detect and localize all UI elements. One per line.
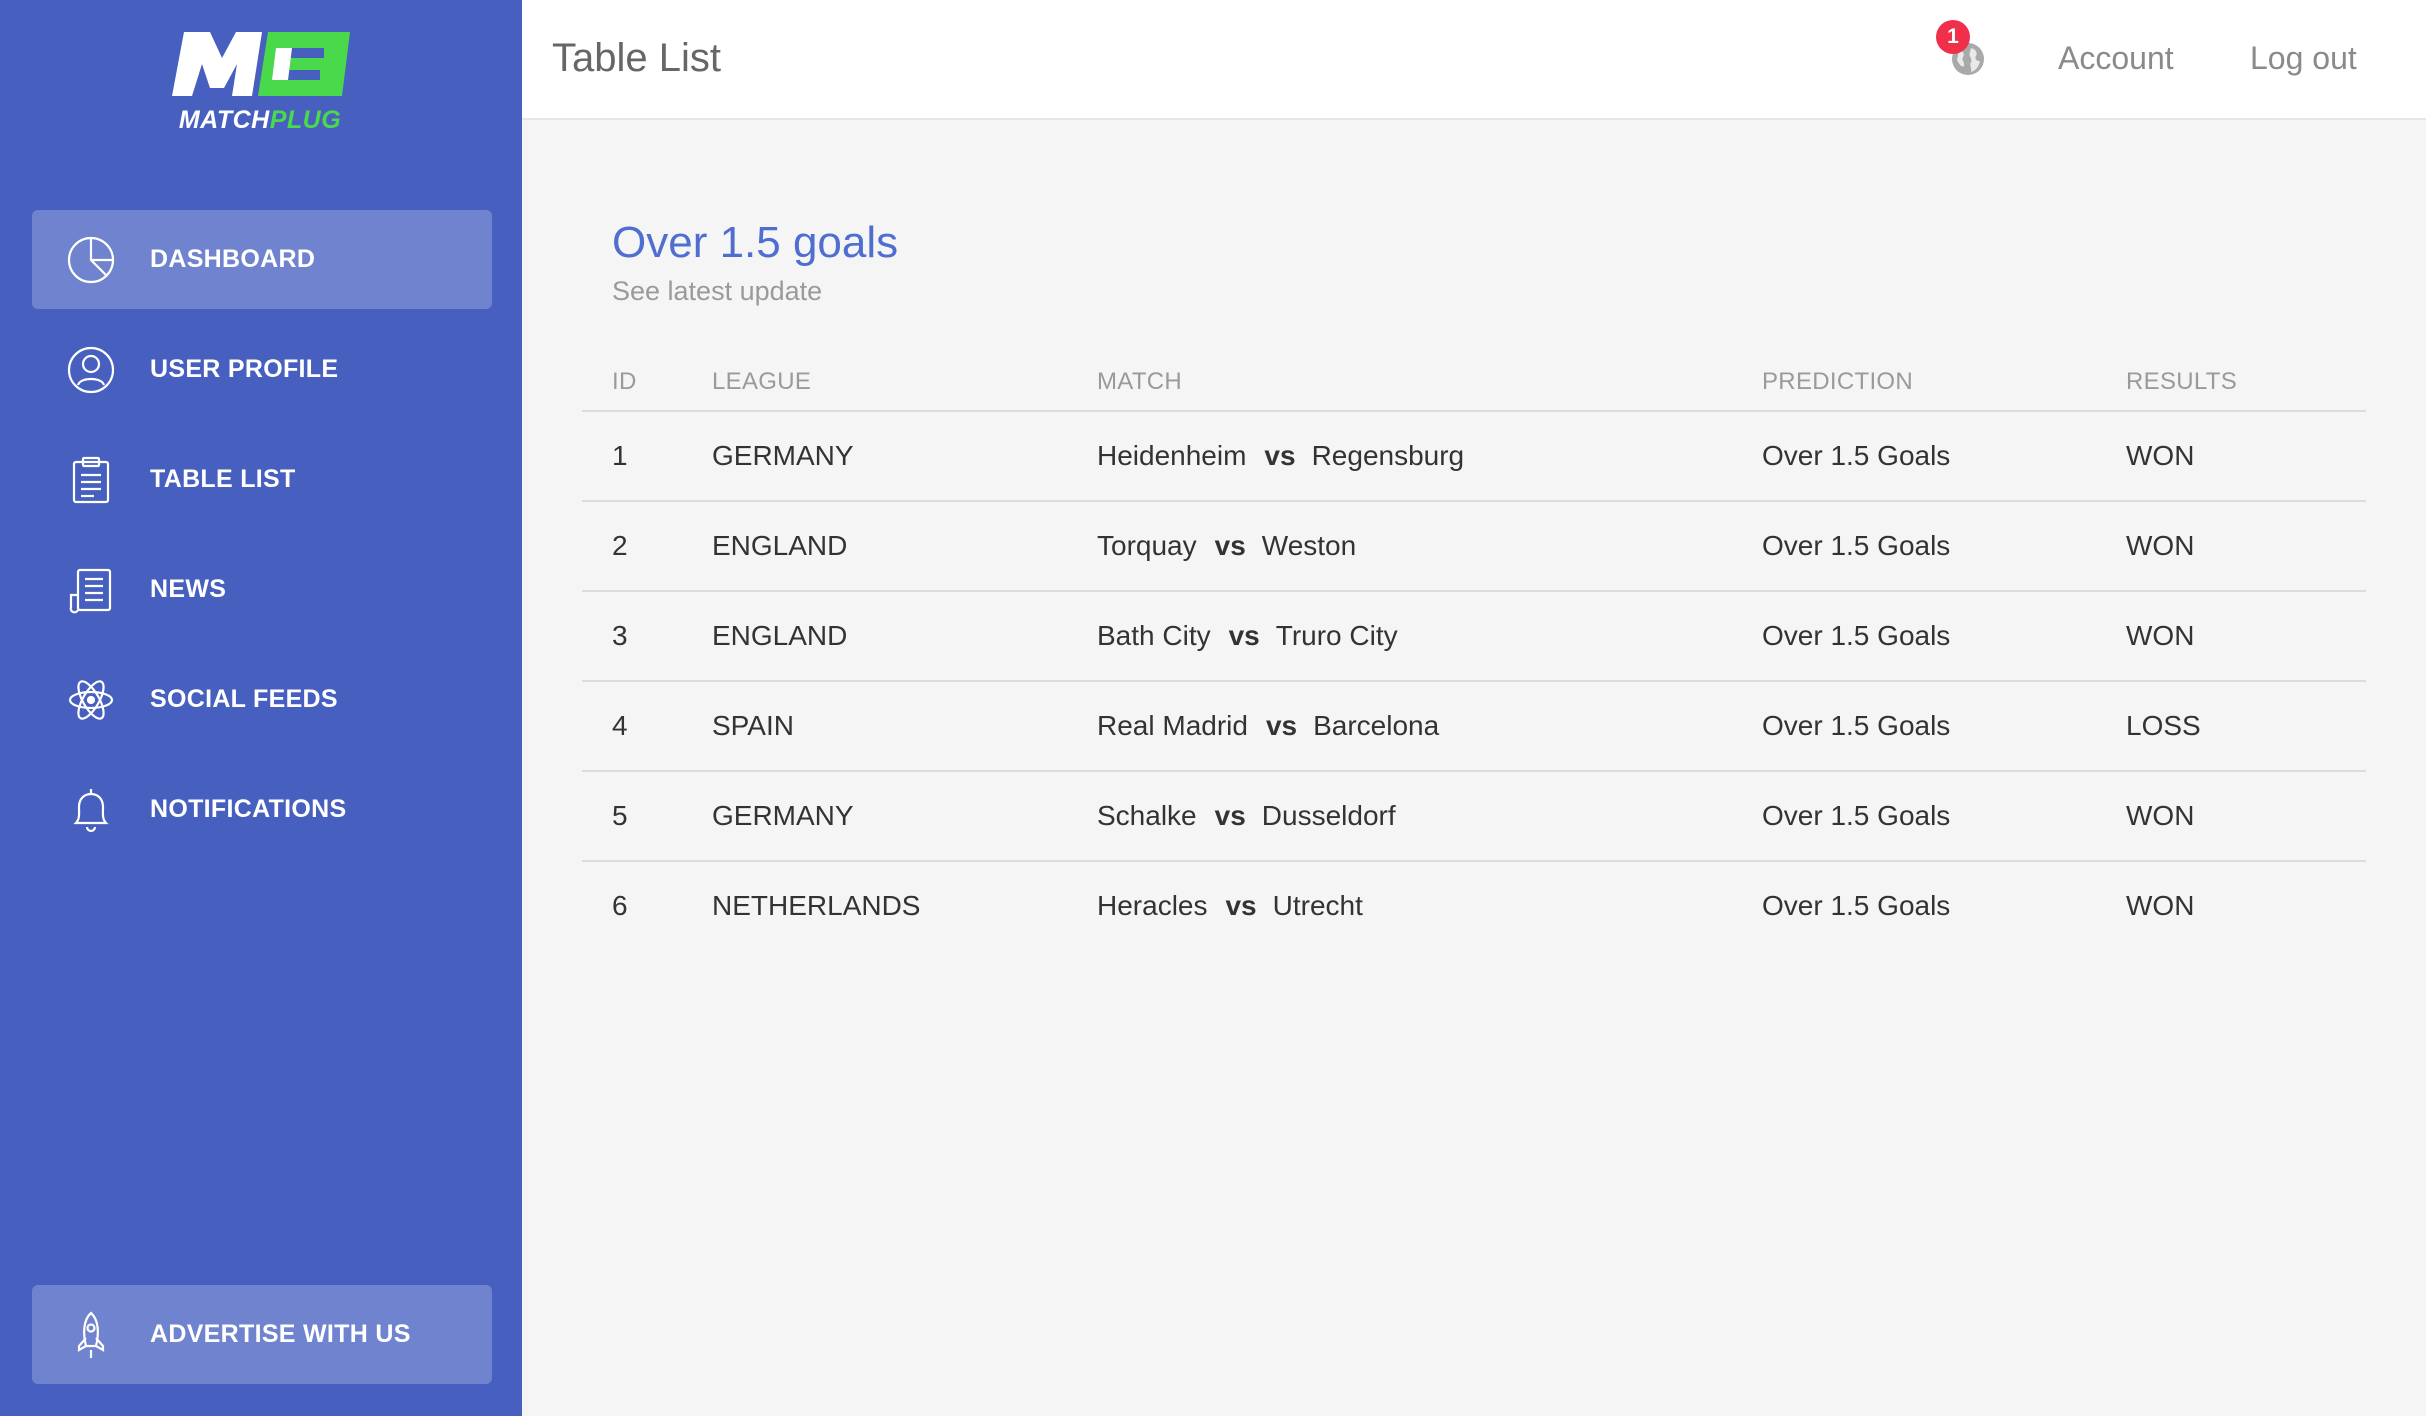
cell-result: WON — [2126, 440, 2195, 471]
cell-id: 4 — [612, 710, 628, 741]
page-title: Table List — [552, 36, 721, 80]
cell-prediction: Over 1.5 Goals — [1762, 530, 1951, 561]
cell-prediction: Over 1.5 Goals — [1762, 620, 1951, 651]
newspaper-icon — [66, 565, 116, 615]
sidebar-item-notifications[interactable]: NOTIFICATIONS — [32, 760, 492, 859]
cell-match: Bath City vs Truro City — [1097, 620, 1398, 652]
home-team: Bath City — [1097, 620, 1211, 651]
cell-match: Heracles vs Utrecht — [1097, 890, 1363, 922]
logo-word-plug: PLUG — [269, 106, 342, 134]
card-title: Over 1.5 goals — [612, 218, 899, 267]
cell-match: Torquay vs Weston — [1097, 530, 1356, 562]
cell-league: GERMANY — [712, 800, 854, 831]
table-row: 2 ENGLAND Torquay vs Weston Over 1.5 Goals… — [582, 502, 2366, 592]
sidebar-item-social-feeds[interactable]: SOCIAL FEEDS — [32, 650, 492, 749]
vs-label: vs — [1225, 890, 1257, 921]
sidebar-item-table-list[interactable]: TABLE LIST — [32, 430, 492, 529]
cell-result: WON — [2126, 890, 2195, 921]
table-header: ID LEAGUE MATCH PREDICTION RESULTS — [582, 366, 2366, 412]
cell-result: WON — [2126, 530, 2195, 561]
cell-league: GERMANY — [712, 440, 854, 471]
sidebar-item-label: TABLE LIST — [150, 465, 296, 493]
cell-league: NETHERLANDS — [712, 890, 921, 921]
sidebar-item-label: DASHBOARD — [150, 245, 316, 273]
cell-prediction: Over 1.5 Goals — [1762, 890, 1951, 921]
logout-link[interactable]: Log out — [2250, 40, 2357, 77]
cell-result: WON — [2126, 620, 2195, 651]
table-row: 3 ENGLAND Bath City vs Truro City Over 1.5… — [582, 592, 2366, 682]
sidebar: MATCHPLUG DASHBOARD USER PROFILE TABLE L… — [0, 0, 522, 1416]
vs-label: vs — [1265, 710, 1298, 741]
home-team: Heracles — [1097, 890, 1208, 921]
column-header-id: ID — [612, 368, 637, 395]
clipboard-icon — [66, 455, 116, 505]
home-team: Torquay — [1097, 530, 1197, 561]
sidebar-item-dashboard[interactable]: DASHBOARD — [32, 210, 492, 309]
sidebar-item-news[interactable]: NEWS — [32, 540, 492, 639]
home-team: Schalke — [1097, 800, 1197, 831]
vs-label: vs — [1214, 800, 1246, 831]
rocket-icon — [66, 1310, 116, 1360]
vs-label: vs — [1264, 440, 1296, 471]
cell-id: 6 — [612, 890, 628, 921]
column-header-league: LEAGUE — [712, 368, 812, 395]
table-row: 4 SPAIN Real Madrid vs Barcelona Over 1.5 … — [582, 682, 2366, 772]
away-team: Weston — [1261, 530, 1357, 561]
bell-icon — [66, 785, 116, 835]
cell-league: ENGLAND — [712, 530, 848, 561]
cell-id: 3 — [612, 620, 628, 651]
away-team: Dusseldorf — [1261, 800, 1396, 831]
pie-chart-icon — [66, 235, 116, 285]
logo-mark-icon — [172, 32, 350, 96]
atom-icon — [66, 675, 116, 725]
cell-prediction: Over 1.5 Goals — [1762, 710, 1951, 741]
user-icon — [66, 345, 116, 395]
cell-id: 1 — [612, 440, 628, 471]
logo-word-match: MATCH — [178, 106, 270, 134]
column-header-prediction: PREDICTION — [1762, 368, 1914, 395]
advertise-with-us-button[interactable]: ADVERTISE WITH US — [32, 1285, 492, 1384]
sidebar-item-user-profile[interactable]: USER PROFILE — [32, 320, 492, 419]
account-link[interactable]: Account — [2058, 40, 2174, 77]
away-team: Barcelona — [1313, 710, 1440, 741]
table-row: 6 NETHERLANDS Heracles vs Utrecht Over 1.5… — [582, 862, 2366, 952]
home-team: Real Madrid — [1097, 710, 1248, 741]
cell-result: LOSS — [2126, 710, 2201, 741]
top-navbar: Table List 1 Account Log out — [522, 0, 2426, 120]
vs-label: vs — [1228, 620, 1260, 651]
column-header-match: MATCH — [1097, 368, 1183, 395]
cell-id: 5 — [612, 800, 628, 831]
sidebar-item-label: USER PROFILE — [150, 355, 339, 383]
table-row: 1 GERMANY Heidenheim vs Regensburg Over 1.… — [582, 412, 2366, 502]
cell-result: WON — [2126, 800, 2195, 831]
home-team: Heidenheim — [1097, 440, 1247, 471]
cell-id: 2 — [612, 530, 628, 561]
column-header-results: RESULTS — [2126, 368, 2238, 395]
sidebar-item-label: NEWS — [150, 575, 227, 603]
card-subtitle: See latest update — [612, 276, 823, 306]
notification-badge[interactable]: 1 — [1936, 20, 1970, 54]
cell-league: SPAIN — [712, 710, 794, 741]
logo-wordmark: MATCHPLUG — [170, 106, 350, 135]
cell-match: Heidenheim vs Regensburg — [1097, 440, 1464, 472]
cell-prediction: Over 1.5 Goals — [1762, 800, 1951, 831]
cell-prediction: Over 1.5 Goals — [1762, 440, 1951, 471]
cell-league: ENGLAND — [712, 620, 848, 651]
away-team: Utrecht — [1272, 890, 1363, 921]
matchplug-logo[interactable]: MATCHPLUG — [170, 26, 350, 136]
vs-label: vs — [1214, 530, 1246, 561]
sidebar-item-label: NOTIFICATIONS — [150, 795, 347, 823]
sidebar-item-label: SOCIAL FEEDS — [150, 685, 338, 713]
away-team: Regensburg — [1311, 440, 1465, 471]
cell-match: Real Madrid vs Barcelona — [1097, 710, 1439, 742]
advertise-label: ADVERTISE WITH US — [150, 1320, 411, 1348]
cell-match: Schalke vs Dusseldorf — [1097, 800, 1396, 832]
table-row: 5 GERMANY Schalke vs Dusseldorf Over 1.5 G… — [582, 772, 2366, 862]
away-team: Truro City — [1275, 620, 1398, 651]
